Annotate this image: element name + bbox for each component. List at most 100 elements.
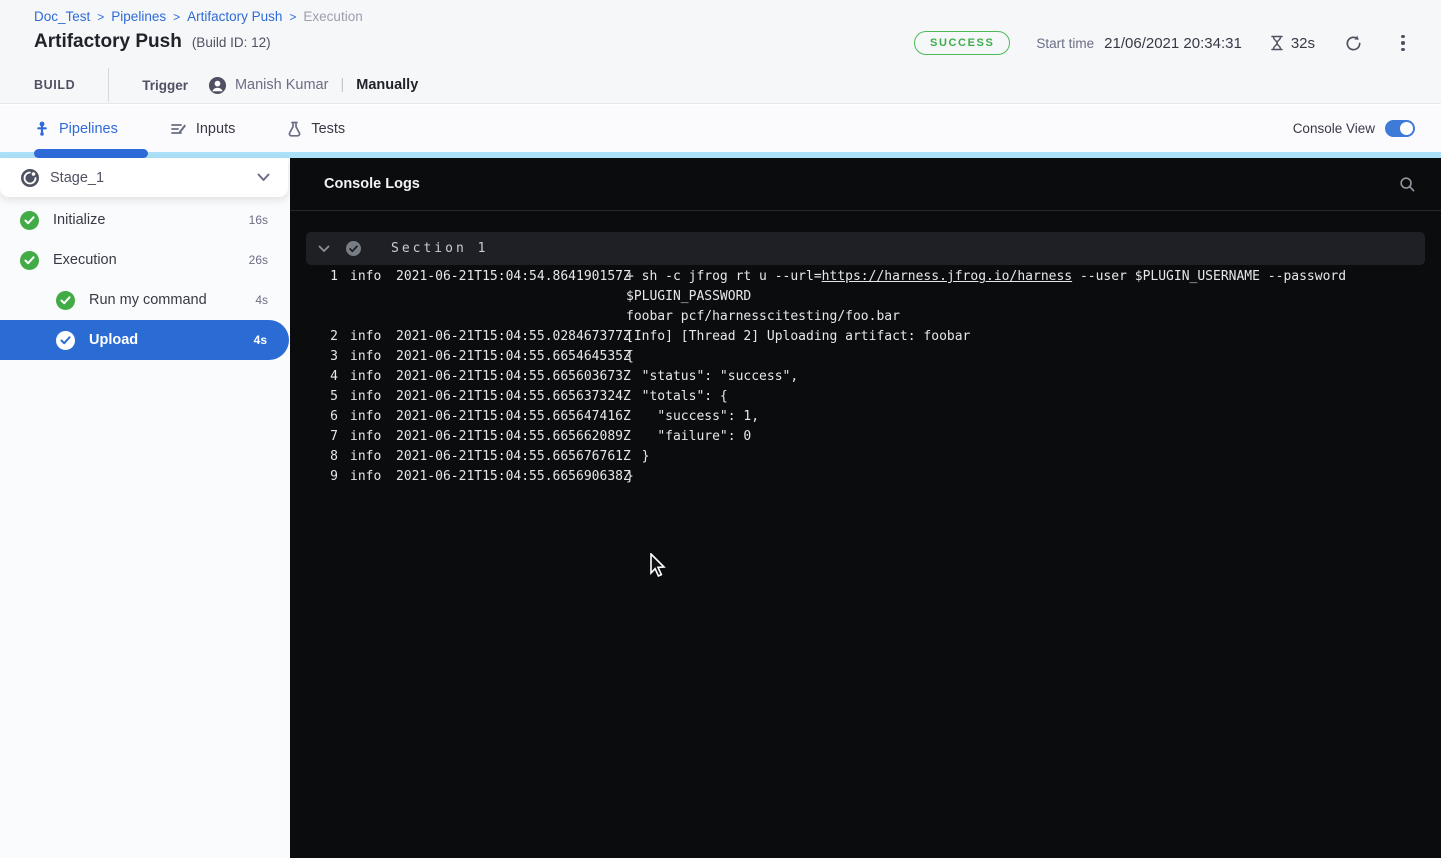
- log-level: info: [350, 427, 384, 447]
- breadcrumb-separator: >: [173, 10, 180, 24]
- log-row: 6 info 2021-06-21T15:04:55.665647416Z "s…: [290, 407, 1441, 427]
- step-label: Execution: [53, 252, 249, 268]
- tab-label: Pipelines: [59, 121, 118, 137]
- status-badge: SUCCESS: [914, 31, 1010, 55]
- kebab-menu-button[interactable]: [1391, 31, 1415, 55]
- log-message: }: [626, 447, 1425, 467]
- log-row: 8 info 2021-06-21T15:04:55.665676761Z }: [290, 447, 1441, 467]
- chevron-down-icon: [318, 245, 330, 253]
- log-line-number: 9: [324, 467, 338, 487]
- log-row: 1 info 2021-06-21T15:04:54.864190157Z + …: [290, 267, 1441, 327]
- log-message: {: [626, 347, 1425, 367]
- console-panel: Console Logs Section 1 1 info 2021-0: [290, 158, 1441, 858]
- tab-inputs[interactable]: Inputs: [170, 121, 236, 137]
- execution-sidebar: Stage_1 Initialize 16s Execution 26s: [0, 158, 290, 858]
- breadcrumb-link-pipelines[interactable]: Pipelines: [111, 9, 166, 24]
- breadcrumb-link-pipeline[interactable]: Artifactory Push: [187, 9, 282, 24]
- success-check-icon: [20, 251, 39, 270]
- page-header: Doc_Test > Pipelines > Artifactory Push …: [0, 0, 1441, 104]
- section-title: Section 1: [391, 241, 488, 256]
- search-button[interactable]: [1395, 172, 1419, 196]
- breadcrumb-link-project[interactable]: Doc_Test: [34, 9, 90, 24]
- log-timestamp: 2021-06-21T15:04:55.665676761Z: [396, 447, 614, 467]
- build-label: BUILD: [34, 78, 75, 92]
- log-timestamp: 2021-06-21T15:04:54.864190157Z: [396, 267, 614, 327]
- log-timestamp: 2021-06-21T15:04:55.665690638Z: [396, 467, 614, 487]
- step-label: Run my command: [89, 292, 255, 308]
- log-message: "totals": {: [626, 387, 1425, 407]
- flask-icon: [287, 121, 302, 137]
- log-level: info: [350, 367, 384, 387]
- title-row: Artifactory Push (Build ID: 12): [34, 31, 271, 53]
- divider: [108, 68, 109, 102]
- log-level: info: [350, 267, 384, 327]
- step-row-run-my-command[interactable]: Run my command 4s: [0, 280, 290, 320]
- log-text: foobar pcf/harnesscitesting/foo.bar: [626, 309, 900, 324]
- log-message: + sh -c jfrog rt u --url=https://harness…: [626, 267, 1425, 327]
- log-text: + sh -c jfrog rt u --url=: [626, 269, 822, 284]
- success-check-icon: [56, 291, 75, 310]
- tab-label: Tests: [311, 121, 345, 137]
- toggle-knob: [1400, 122, 1413, 135]
- log-line-number: 3: [324, 347, 338, 367]
- log-line-number: 7: [324, 427, 338, 447]
- step-row-upload[interactable]: Upload 4s: [0, 320, 289, 360]
- body: Stage_1 Initialize 16s Execution 26s: [0, 158, 1441, 858]
- log-link[interactable]: https://harness.jfrog.io/harness: [822, 269, 1072, 284]
- section-success-icon: [346, 241, 361, 256]
- step-row-execution[interactable]: Execution 26s: [0, 240, 290, 280]
- duration: 32s: [1268, 34, 1315, 52]
- log-row: 4 info 2021-06-21T15:04:55.665603673Z "s…: [290, 367, 1441, 387]
- tabs: Pipelines Inputs Tests: [34, 105, 345, 152]
- step-list: Initialize 16s Execution 26s Run my comm…: [0, 200, 290, 360]
- log-timestamp: 2021-06-21T15:04:55.665464535Z: [396, 347, 614, 367]
- console-view-control: Console View: [1293, 105, 1415, 152]
- log-level: info: [350, 387, 384, 407]
- console-view-toggle[interactable]: [1385, 120, 1415, 137]
- build-meta-row: BUILD Trigger Manish Kumar | Manually: [34, 72, 418, 98]
- console-title: Console Logs: [324, 176, 1395, 192]
- execution-page: Doc_Test > Pipelines > Artifactory Push …: [0, 0, 1441, 858]
- log-line-number: 2: [324, 327, 338, 347]
- tab-bar: Pipelines Inputs Tests Console View: [0, 105, 1441, 152]
- log-row: 5 info 2021-06-21T15:04:55.665637324Z "t…: [290, 387, 1441, 407]
- refresh-button[interactable]: [1341, 31, 1365, 55]
- console-header: Console Logs: [290, 158, 1441, 211]
- log-level: info: [350, 347, 384, 367]
- log-line-number: 1: [324, 267, 338, 327]
- step-row-initialize[interactable]: Initialize 16s: [0, 200, 290, 240]
- log-level: info: [350, 327, 384, 347]
- hourglass-icon: [1268, 34, 1286, 52]
- breadcrumb-separator: >: [289, 10, 296, 24]
- log-level: info: [350, 467, 384, 487]
- log-timestamp: 2021-06-21T15:04:55.028467377Z: [396, 327, 614, 347]
- log-section-header[interactable]: Section 1: [306, 232, 1425, 265]
- header-actions: SUCCESS Start time 21/06/2021 20:34:31 3…: [914, 28, 1415, 58]
- log-timestamp: 2021-06-21T15:04:55.665637324Z: [396, 387, 614, 407]
- log-message: }: [626, 467, 1425, 487]
- start-time-label: Start time: [1036, 36, 1094, 51]
- log-row: 7 info 2021-06-21T15:04:55.665662089Z "f…: [290, 427, 1441, 447]
- log-message: "success": 1,: [626, 407, 1425, 427]
- log-message: [Info] [Thread 2] Uploading artifact: fo…: [626, 327, 1425, 347]
- trigger-user: Manish Kumar | Manually: [208, 76, 418, 95]
- stage-selector[interactable]: Stage_1: [0, 158, 288, 197]
- trigger-label: Trigger: [142, 78, 188, 93]
- chevron-down-icon: [257, 173, 270, 182]
- tab-pipelines[interactable]: Pipelines: [34, 121, 118, 137]
- log-message: "status": "success",: [626, 367, 1425, 387]
- log-line-number: 4: [324, 367, 338, 387]
- build-id-label: (Build ID: 12): [192, 35, 271, 50]
- log-message: "failure": 0: [626, 427, 1425, 447]
- stage-icon: [20, 168, 40, 188]
- log-line-number: 8: [324, 447, 338, 467]
- duration-value: 32s: [1291, 35, 1315, 52]
- step-duration: 4s: [255, 293, 268, 307]
- log-row: 9 info 2021-06-21T15:04:55.665690638Z }: [290, 467, 1441, 487]
- tab-tests[interactable]: Tests: [287, 121, 345, 137]
- log-row: 2 info 2021-06-21T15:04:55.028467377Z [I…: [290, 327, 1441, 347]
- console-view-label: Console View: [1293, 121, 1375, 136]
- log-level: info: [350, 447, 384, 467]
- breadcrumb: Doc_Test > Pipelines > Artifactory Push …: [34, 9, 363, 24]
- pipeline-icon: [34, 121, 50, 137]
